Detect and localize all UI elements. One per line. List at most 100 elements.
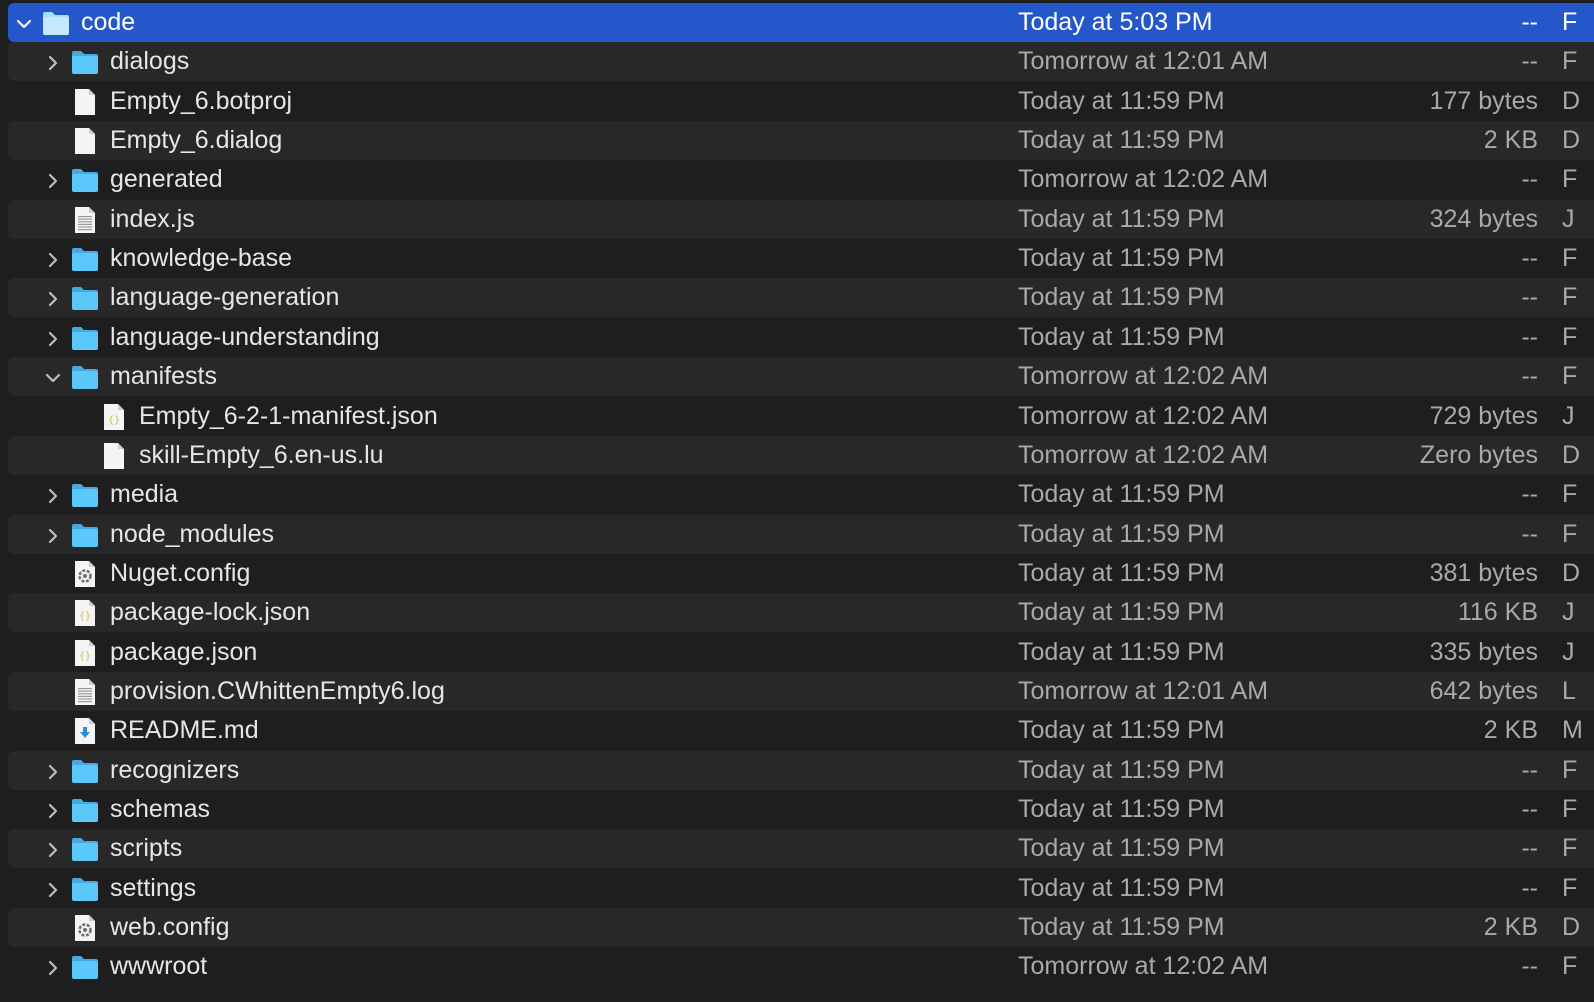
folder-icon <box>70 165 100 195</box>
config-file-icon <box>70 559 100 589</box>
folder-row[interactable]: node_modules Today at 11:59 PM -- F <box>8 514 1594 554</box>
file-size: -- <box>1521 873 1538 902</box>
folder-row[interactable]: language-generation Today at 11:59 PM -- F <box>8 278 1594 318</box>
file-row[interactable]: {} package.json Today at 11:59 PM 335 bytes… <box>8 633 1594 672</box>
kind-column-clipped: F <box>1562 8 1578 36</box>
date-modified: Today at 11:59 PM <box>1018 86 1225 115</box>
config-file-icon <box>70 913 100 943</box>
date-modified: Tomorrow at 12:02 AM <box>1018 165 1269 194</box>
kind-column-clipped: D <box>1562 440 1581 469</box>
markdown-file-icon <box>70 716 100 746</box>
kind-column-clipped: J <box>1562 401 1575 430</box>
kind-column-clipped: F <box>1562 755 1578 784</box>
kind-column-clipped: F <box>1562 834 1578 863</box>
file-size: -- <box>1521 362 1538 391</box>
kind-column-clipped: F <box>1562 362 1578 391</box>
folder-row[interactable]: knowledge-base Today at 11:59 PM -- F <box>8 239 1594 278</box>
item-name: Empty_6.dialog <box>110 126 283 155</box>
date-modified: Today at 11:59 PM <box>1018 480 1225 509</box>
file-size: 335 bytes <box>1429 637 1538 666</box>
chevron-right-icon[interactable] <box>43 878 63 898</box>
file-row[interactable]: README.md Today at 11:59 PM 2 KB M <box>8 711 1594 750</box>
chevron-right-icon[interactable] <box>43 484 63 504</box>
item-name: knowledge-base <box>110 244 293 273</box>
kind-column-clipped: F <box>1562 165 1578 194</box>
chevron-right-icon[interactable] <box>43 169 63 189</box>
file-row[interactable]: web.config Today at 11:59 PM 2 KB D <box>8 908 1594 948</box>
chevron-right-icon[interactable] <box>43 956 63 976</box>
folder-icon <box>70 795 100 825</box>
folder-row[interactable]: wwwroot Tomorrow at 12:02 AM -- F <box>8 947 1594 986</box>
file-size: -- <box>1521 47 1538 76</box>
item-name: wwwroot <box>110 952 208 981</box>
file-file-icon <box>70 87 100 117</box>
chevron-right-icon[interactable] <box>43 524 63 544</box>
chevron-right-icon[interactable] <box>43 838 63 858</box>
file-size: 642 bytes <box>1429 676 1538 705</box>
file-size: 2 KB <box>1483 913 1538 942</box>
text-file-icon <box>70 205 100 235</box>
json-file-icon: {} <box>70 638 100 668</box>
svg-text:{}: {} <box>79 651 91 662</box>
item-name: code <box>81 8 136 36</box>
kind-column-clipped: J <box>1562 204 1575 233</box>
chevron-right-icon[interactable] <box>43 327 63 347</box>
file-size: -- <box>1521 480 1538 509</box>
folder-row[interactable]: manifests Tomorrow at 12:02 AM -- F <box>8 357 1594 397</box>
folder-row[interactable]: media Today at 11:59 PM -- F <box>8 475 1594 514</box>
item-name: provision.CWhittenEmpty6.log <box>110 676 445 705</box>
kind-column-clipped: J <box>1562 598 1575 627</box>
folder-icon <box>70 244 100 274</box>
folder-row[interactable]: recognizers Today at 11:59 PM -- F <box>8 750 1594 790</box>
kind-column-clipped: L <box>1562 676 1576 705</box>
file-file-icon <box>70 126 100 156</box>
file-size: -- <box>1521 244 1538 273</box>
chevron-right-icon[interactable] <box>43 248 63 268</box>
item-name: node_modules <box>110 519 275 548</box>
file-size: -- <box>1521 8 1538 36</box>
item-name: schemas <box>110 795 211 823</box>
file-row[interactable]: {} Empty_6-2-1-manifest.json Tomorrow at 1… <box>8 397 1594 436</box>
file-row[interactable]: provision.CWhittenEmpty6.log Tomorrow at … <box>8 671 1594 711</box>
chevron-right-icon[interactable] <box>43 799 63 819</box>
date-modified: Today at 11:59 PM <box>1018 558 1225 587</box>
folder-row[interactable]: generated Tomorrow at 12:02 AM -- F <box>8 160 1594 199</box>
file-row[interactable]: Empty_6.dialog Today at 11:59 PM 2 KB D <box>8 121 1594 161</box>
kind-column-clipped: F <box>1562 47 1578 76</box>
file-row[interactable]: skill-Empty_6.en-us.lu Tomorrow at 12:02 … <box>8 435 1594 475</box>
file-row[interactable]: Empty_6.botproj Today at 11:59 PM 177 byte… <box>8 82 1594 121</box>
date-modified: Tomorrow at 12:02 AM <box>1018 440 1269 469</box>
folder-row[interactable]: schemas Today at 11:59 PM -- F <box>8 790 1594 829</box>
folder-row[interactable]: settings Today at 11:59 PM -- F <box>8 869 1594 908</box>
file-size: 177 bytes <box>1429 86 1538 115</box>
kind-column-clipped: F <box>1562 519 1578 548</box>
file-row[interactable]: {} package-lock.json Today at 11:59 PM 116 … <box>8 593 1594 633</box>
file-size: -- <box>1521 165 1538 194</box>
date-modified: Today at 11:59 PM <box>1018 795 1225 823</box>
file-row[interactable]: index.js Today at 11:59 PM 324 bytes J <box>8 199 1594 239</box>
file-row[interactable]: Nuget.config Today at 11:59 PM 381 bytes D <box>8 554 1594 593</box>
folder-row[interactable]: scripts Today at 11:59 PM -- F <box>8 829 1594 869</box>
chevron-right-icon[interactable] <box>43 287 63 307</box>
date-modified: Today at 11:59 PM <box>1018 283 1225 312</box>
folder-icon <box>41 8 71 38</box>
item-name: generated <box>110 165 223 194</box>
chevron-right-icon[interactable] <box>43 51 63 71</box>
file-size: 381 bytes <box>1429 558 1538 587</box>
item-name: recognizers <box>110 755 240 784</box>
date-modified: Today at 11:59 PM <box>1018 204 1225 233</box>
date-modified: Today at 11:59 PM <box>1018 598 1225 627</box>
folder-row[interactable]: code Today at 5:03 PM -- F <box>8 3 1594 42</box>
folder-row[interactable]: language-understanding Today at 11:59 PM -… <box>8 318 1594 357</box>
finder-list-view: code Today at 5:03 PM -- Fdialogs Tomorrow a… <box>0 0 1594 1002</box>
file-size: -- <box>1521 283 1538 312</box>
item-name: index.js <box>110 204 195 233</box>
chevron-down-icon[interactable] <box>14 12 34 32</box>
json-file-icon: {} <box>99 402 129 432</box>
folder-row[interactable]: dialogs Tomorrow at 12:01 AM -- F <box>8 42 1594 82</box>
chevron-down-icon[interactable] <box>43 366 63 386</box>
chevron-right-icon[interactable] <box>43 760 63 780</box>
item-name: package.json <box>110 637 258 666</box>
date-modified: Today at 5:03 PM <box>1018 8 1213 36</box>
kind-column-clipped: D <box>1562 126 1581 155</box>
